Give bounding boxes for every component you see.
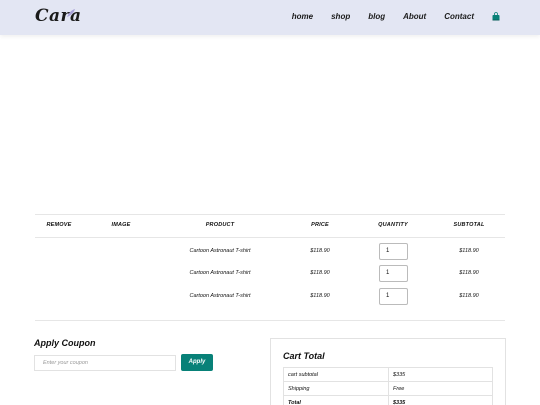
logo-leaf-icon [67,9,75,17]
quantity-input[interactable]: 1 [379,265,408,282]
header-price: PRICE [311,222,329,228]
total-row: Shipping Free [283,381,493,396]
header-subtotal: SUBTOTAL [453,222,485,228]
quantity-input[interactable]: 1 [379,243,408,260]
cart-total-table: cart subtotal $335 Shipping Free Total $… [283,367,493,405]
total-row-label: Total [283,395,389,405]
total-row-value: Free [388,381,493,396]
product-price: $118.90 [310,270,330,276]
product-name: Cartoon Astronaut T-shirt [189,270,251,276]
header-product: PRODUCT [205,222,235,228]
shopping-bag-icon[interactable] [492,12,500,21]
product-price: $118.90 [310,248,330,254]
table-bottom-border [35,320,505,321]
nav-about[interactable]: About [403,12,426,21]
product-subtotal: $118.90 [459,248,479,254]
coupon-title: Apply Coupon [34,338,96,348]
total-row: cart subtotal $335 [283,367,493,382]
total-row-value: $335 [388,367,493,382]
cart-total-title: Cart Total [283,351,325,361]
nav-home[interactable]: home [292,12,313,21]
main-nav: home shop blog About Contact [274,12,500,21]
header-quantity: QUANTITY [378,222,408,228]
quantity-input[interactable]: 1 [379,288,408,305]
header-image: IMAGE [111,222,131,228]
nav-contact[interactable]: Contact [444,12,474,21]
product-subtotal: $118.90 [459,270,479,276]
header-remove: REMOVE [46,222,72,228]
table-header-border [35,237,505,238]
total-row: Total $335 [283,395,493,405]
nav-blog[interactable]: blog [368,12,385,21]
site-header: Cara home shop blog About Contact [0,0,540,35]
product-name: Cartoon Astronaut T-shirt [189,248,251,254]
product-subtotal: $118.90 [459,293,479,299]
apply-coupon-button[interactable]: Apply [181,354,213,371]
total-row-label: Shipping [283,381,389,396]
product-price: $118.90 [310,293,330,299]
nav-shop[interactable]: shop [331,12,350,21]
product-name: Cartoon Astronaut T-shirt [189,293,251,299]
table-top-border [35,214,505,215]
total-row-value: $335 [388,395,493,405]
coupon-input[interactable]: Enter your coupon [34,355,176,371]
total-row-label: cart subtotal [283,367,389,382]
